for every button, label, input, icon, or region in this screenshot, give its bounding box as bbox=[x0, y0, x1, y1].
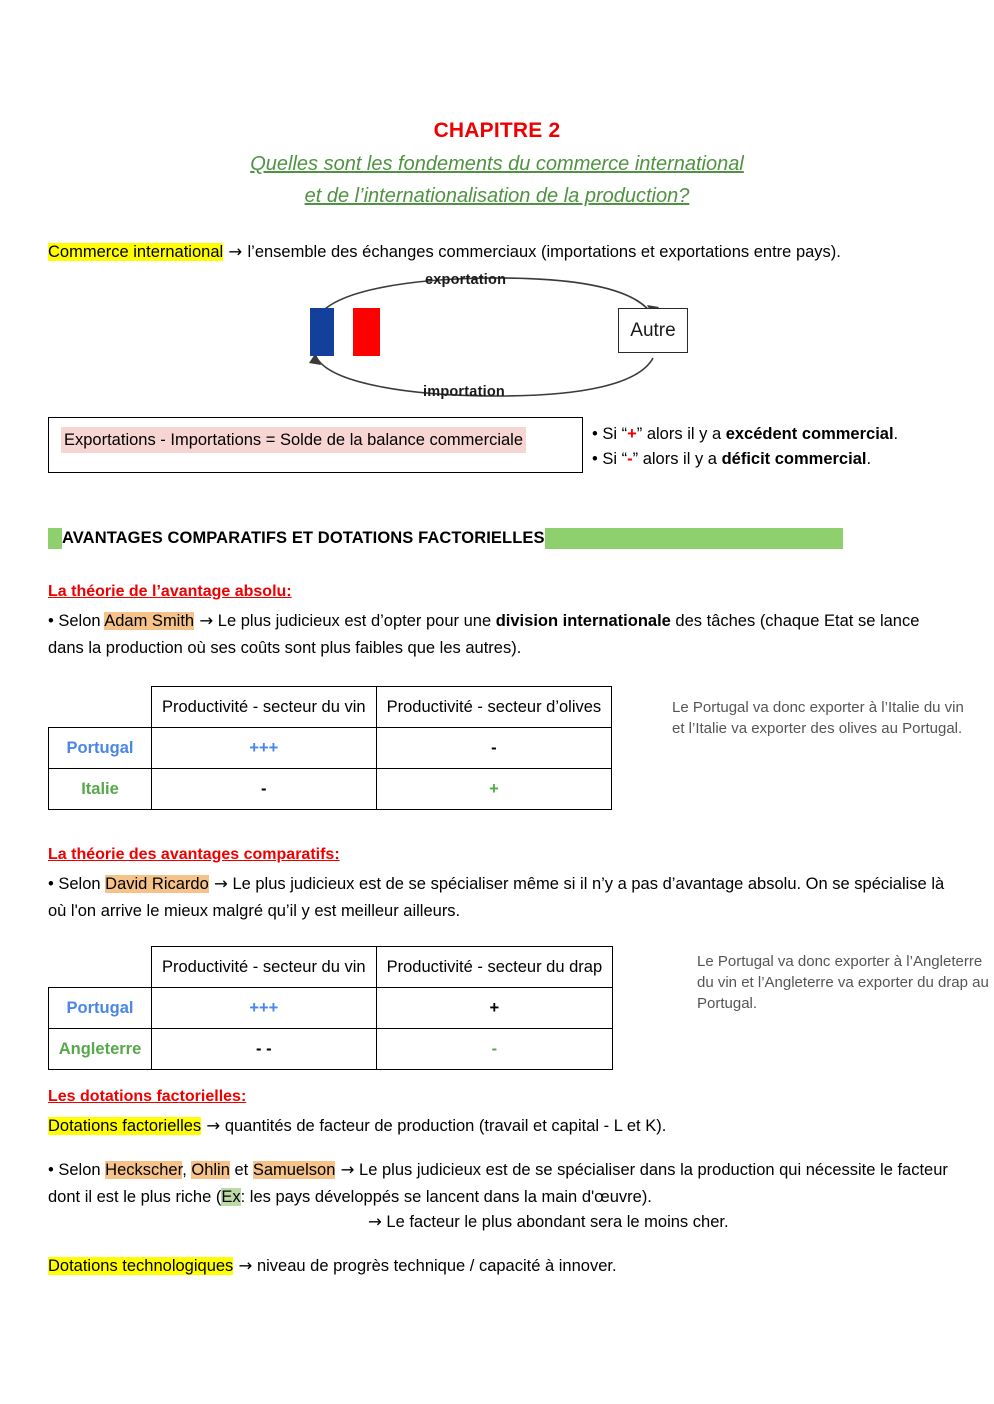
fe-arrow: → bbox=[206, 1116, 221, 1135]
label-exportation: exportation bbox=[425, 272, 507, 288]
table1-cell-portugal-olives: - bbox=[375, 727, 613, 769]
bullet1-mid: ” alors il y a bbox=[636, 425, 726, 443]
table-avantage-absolu: Productivité - secteur du vin Productivi… bbox=[48, 686, 613, 810]
table-row: Italie - + bbox=[48, 768, 613, 810]
document-page: CHAPITRE 2 Quelles sont les fondements d… bbox=[0, 0, 994, 1404]
term-dotations-factorielles: Dotations factorielles bbox=[48, 1117, 202, 1135]
note-table-avantages-comparatifs: Le Portugal va donc exporter à l’Anglete… bbox=[697, 953, 989, 1012]
trade-balance-bullets: • Si “+” alors il y a excédent commercia… bbox=[592, 422, 898, 472]
term-commerce-international: Commerce international bbox=[48, 243, 224, 261]
section-header-avantages: AVANTAGES COMPARATIFS ET DOTATIONS FACTO… bbox=[48, 528, 843, 549]
table2-row-label-angleterre: Angleterre bbox=[48, 1028, 152, 1070]
heading-dotations-factorielles: Les dotations factorielles: bbox=[48, 1088, 247, 1105]
intro-arrow: → bbox=[228, 242, 243, 261]
bullet2-prefix: • Si “ bbox=[592, 450, 628, 468]
definition-dotations-factorielles: Dotations factorielles → quantités de fa… bbox=[48, 1112, 953, 1140]
table2-cell-angleterre-vin: - - bbox=[151, 1028, 377, 1070]
heading-avantages-comparatifs: La théorie des avantages comparatifs: bbox=[48, 846, 340, 863]
author-heckscher: Heckscher bbox=[105, 1161, 183, 1179]
section-highlight-tail bbox=[544, 528, 843, 549]
author-adam-smith: Adam Smith bbox=[104, 612, 195, 630]
bullet2-term: déficit commercial bbox=[721, 450, 867, 468]
bullet2-mid: ” alors il y a bbox=[632, 450, 722, 468]
bullet1-term: excédent commercial bbox=[725, 425, 894, 443]
conclusion-arrow: → bbox=[368, 1212, 382, 1231]
fe-definition-text: quantités de facteur de production (trav… bbox=[220, 1117, 667, 1135]
term-dotations-technologiques: Dotations technologiques bbox=[48, 1257, 234, 1275]
table1-col-header-olives: Productivité - secteur d’olives bbox=[375, 686, 613, 728]
hos-sep-2: et bbox=[229, 1161, 253, 1179]
table-row: Portugal +++ + bbox=[48, 987, 614, 1029]
bullet1-sign-plus: + bbox=[627, 425, 637, 443]
author-ohlin: Ohlin bbox=[191, 1161, 230, 1179]
conclusion-facteur-abondant: → Le facteur le plus abondant sera le mo… bbox=[368, 1208, 958, 1236]
subtitle-line-2: et de l’internationalisation de la produ… bbox=[304, 185, 690, 207]
example-tag: Ex bbox=[221, 1188, 241, 1206]
ca-bullet-prefix: • Selon bbox=[48, 875, 106, 893]
conclusion-text: Le facteur le plus abondant sera le moin… bbox=[381, 1213, 729, 1231]
table2-cell-portugal-drap: + bbox=[375, 987, 614, 1029]
tech-definition-text: niveau de progrès technique / capacité à… bbox=[252, 1257, 617, 1275]
trade-balance-formula: Exportations - Importations = Solde de l… bbox=[61, 427, 527, 453]
table2-col-header-vin: Productivité - secteur du vin bbox=[151, 946, 377, 988]
flag-france-red-band bbox=[353, 308, 380, 356]
term-division-internationale: division internationale bbox=[495, 612, 671, 630]
table-row: Portugal +++ - bbox=[48, 727, 613, 769]
table-row: Angleterre - - - bbox=[48, 1028, 614, 1070]
table-avantages-comparatifs: Productivité - secteur du vin Productivi… bbox=[48, 946, 614, 1070]
table2-cell-portugal-vin: +++ bbox=[151, 987, 377, 1029]
author-samuelson: Samuelson bbox=[252, 1161, 336, 1179]
note-table-avantage-absolu: Le Portugal va donc exporter à l’Italie … bbox=[672, 699, 964, 737]
table-header-row: Productivité - secteur du vin Productivi… bbox=[49, 946, 614, 988]
hos-sep-1: , bbox=[182, 1161, 192, 1179]
ca-arrow: → bbox=[214, 874, 228, 893]
paragraph-avantage-absolu: • Selon Adam Smith → Le plus judicieux e… bbox=[48, 607, 948, 662]
label-importation: importation bbox=[423, 384, 505, 400]
table2-corner-cell bbox=[49, 947, 152, 988]
flag-france-blue-band bbox=[310, 308, 334, 356]
balance-bullet-deficit: • Si “-” alors il y a déficit commercial… bbox=[592, 447, 898, 472]
heading-avantage-absolu: La théorie de l’avantage absolu: bbox=[48, 583, 292, 600]
table2-row-label-portugal: Portugal bbox=[48, 987, 152, 1029]
definition-dotations-technologiques: Dotations technologiques → niveau de pro… bbox=[48, 1252, 953, 1280]
paragraph-avantages-comparatifs: • Selon David Ricardo → Le plus judicieu… bbox=[48, 870, 953, 925]
hos-bullet-prefix: • Selon bbox=[48, 1161, 106, 1179]
section-header-label: AVANTAGES COMPARATIFS ET DOTATIONS FACTO… bbox=[62, 528, 545, 549]
aa-arrow: → bbox=[199, 611, 214, 630]
page-title: CHAPITRE 2 bbox=[433, 119, 561, 142]
bullet1-prefix: • Si “ bbox=[592, 425, 628, 443]
page-subtitle: Quelles sont les fondements du commerce … bbox=[0, 148, 994, 212]
table1-corner-cell bbox=[49, 687, 152, 728]
table2-col-header-drap: Productivité - secteur du drap bbox=[375, 946, 614, 988]
bullet2-suffix: . bbox=[866, 450, 872, 468]
aa-text-1: Le plus judicieux est d’opter pour une bbox=[213, 612, 496, 630]
bullet1-suffix: . bbox=[893, 425, 899, 443]
section-highlight-lead bbox=[48, 528, 62, 549]
table1-cell-portugal-vin: +++ bbox=[151, 727, 377, 769]
paragraph-hos-theorem: • Selon Heckscher, Ohlin et Samuelson → … bbox=[48, 1156, 953, 1211]
author-david-ricardo: David Ricardo bbox=[105, 875, 209, 893]
partner-country-box: Autre bbox=[618, 308, 688, 353]
table1-col-header-vin: Productivité - secteur du vin bbox=[151, 686, 377, 728]
title-block: CHAPITRE 2 Quelles sont les fondements d… bbox=[0, 118, 994, 212]
balance-bullet-surplus: • Si “+” alors il y a excédent commercia… bbox=[592, 422, 898, 447]
intro-definition-text: l’ensemble des échanges commerciaux (imp… bbox=[247, 243, 841, 261]
table1-cell-italie-vin: - bbox=[151, 768, 377, 810]
hos-text-2: : les pays développés se lancent dans la… bbox=[240, 1188, 652, 1206]
table1-row-label-portugal: Portugal bbox=[48, 727, 152, 769]
trade-flow-diagram: Autre exportation importation bbox=[293, 266, 703, 408]
trade-balance-box: Exportations - Importations = Solde de l… bbox=[48, 417, 583, 473]
intro-definition: Commerce international → l’ensemble des … bbox=[48, 238, 953, 266]
table2-cell-angleterre-drap: - bbox=[375, 1028, 614, 1070]
table1-cell-italie-olives: + bbox=[375, 768, 613, 810]
subtitle-line-1: Quelles sont les fondements du commerce … bbox=[250, 153, 744, 175]
hos-arrow: → bbox=[340, 1160, 355, 1179]
aa-bullet-prefix: • Selon bbox=[48, 612, 105, 630]
table-header-row: Productivité - secteur du vin Productivi… bbox=[49, 686, 613, 728]
table1-row-label-italie: Italie bbox=[48, 768, 152, 810]
tech-arrow: → bbox=[238, 1256, 253, 1275]
